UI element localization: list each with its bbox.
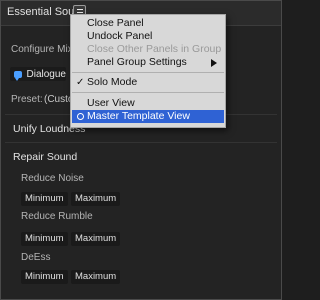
reduce-rumble-minimum-button[interactable]: Minimum: [21, 232, 68, 246]
menu-item-solo-mode[interactable]: ✓ Solo Mode: [72, 76, 224, 89]
deess-minimum-button[interactable]: Minimum: [21, 270, 68, 284]
menu-item-close-other-panels: Close Other Panels in Group: [87, 43, 222, 55]
menu-item-master-template-view[interactable]: Master Template View: [72, 110, 224, 123]
repair-sound-section[interactable]: Repair Sound: [13, 151, 77, 163]
divider: [5, 142, 277, 143]
reduce-rumble-label: Reduce Rumble: [21, 211, 93, 222]
deess-label: DeEss: [21, 252, 51, 263]
reduce-rumble-maximum-button[interactable]: Maximum: [71, 232, 121, 246]
dialogue-label: Dialogue: [26, 68, 66, 80]
menu-item-user-view[interactable]: User View: [72, 97, 224, 110]
menu-separator: [72, 72, 224, 73]
dialogue-type-button[interactable]: Dialogue: [10, 67, 66, 81]
menu-item-undock-panel[interactable]: Undock Panel: [72, 30, 224, 43]
radio-dot-icon: [77, 113, 84, 120]
deess-maximum-button[interactable]: Maximum: [71, 270, 121, 284]
reduce-noise-minimum-button[interactable]: Minimum: [21, 192, 68, 206]
reduce-noise-maximum-button[interactable]: Maximum: [71, 192, 121, 206]
panel-context-menu: Close Panel Undock Panel Close Other Pan…: [70, 14, 226, 128]
hamburger-menu-icon: [76, 8, 83, 10]
menu-separator: [72, 92, 224, 93]
checkmark-icon: ✓: [76, 77, 85, 88]
submenu-arrow-icon: [211, 59, 217, 67]
preset-label: Preset:: [11, 94, 43, 105]
speech-bubble-icon: [14, 70, 22, 81]
reduce-noise-label: Reduce Noise: [21, 173, 84, 184]
menu-item-panel-group-settings[interactable]: Panel Group Settings: [72, 56, 224, 69]
menu-item-close-panel[interactable]: Close Panel: [72, 17, 224, 30]
